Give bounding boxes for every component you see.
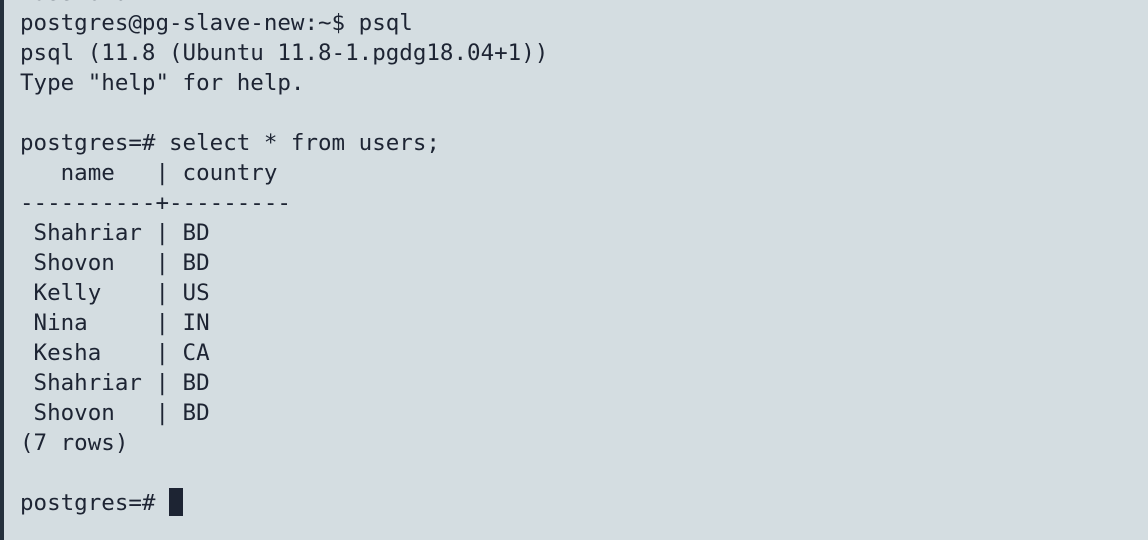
result-table-row: Nina | IN (20, 310, 210, 336)
result-table-row: Kesha | CA (20, 340, 210, 366)
result-table-row: Shahriar | BD (20, 370, 210, 396)
result-table-row: Shovon | BD (20, 400, 210, 426)
prompt-line[interactable]: postgres=# (20, 488, 548, 518)
sql-query-line: postgres=# select * from users; (20, 130, 440, 156)
prompt-text: postgres=# (20, 490, 170, 516)
result-table-separator: ----------+--------- (20, 190, 291, 216)
result-table-row: Shovon | BD (20, 250, 210, 276)
terminal-output: Password: postgres@pg-slave-new:~$ psql … (20, 0, 548, 518)
row-count-footer: (7 rows) (20, 430, 129, 456)
result-table-row: Kelly | US (20, 280, 210, 306)
text-cursor (169, 488, 184, 516)
terminal-window[interactable]: Password: postgres@pg-slave-new:~$ psql … (0, 0, 1148, 540)
result-table-row: Shahriar | BD (20, 220, 210, 246)
shell-command-line: postgres@pg-slave-new:~$ psql (20, 10, 413, 36)
help-hint-line: Type "help" for help. (20, 70, 305, 96)
result-table-header: name | country (20, 160, 278, 186)
terminal-line: Password: (20, 0, 548, 8)
psql-version-line: psql (11.8 (Ubuntu 11.8-1.pgdg18.04+1)) (20, 40, 549, 66)
